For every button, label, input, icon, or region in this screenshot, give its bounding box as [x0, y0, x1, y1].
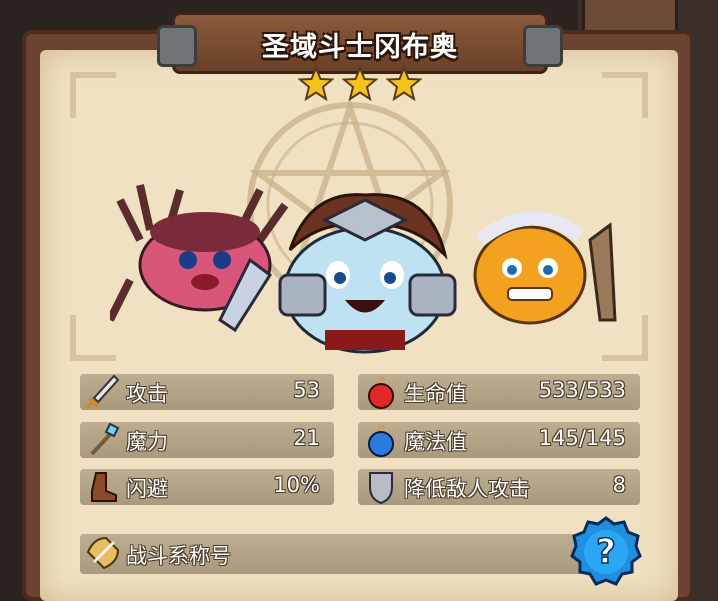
- star-icon: [386, 66, 422, 102]
- stat-reduce-enemy-attack: 降低敌人攻击 8: [358, 469, 640, 505]
- golden-pet: [473, 211, 617, 325]
- blue-potion-icon: [368, 424, 394, 457]
- stat-attack: 攻击 53: [80, 374, 334, 410]
- spider-pet: [110, 184, 289, 322]
- stat-magic-power: 魔力 21: [80, 422, 334, 458]
- sword-icon: [86, 374, 120, 410]
- hero-portrait-group: [110, 184, 617, 354]
- red-potion-icon: [368, 376, 394, 409]
- title-plaque: 圣域斗士冈布奥: [157, 12, 563, 74]
- ornament-corner: [602, 72, 648, 118]
- question-icon: ?: [596, 532, 616, 572]
- combat-title-bar[interactable]: 战斗系称号: [80, 534, 620, 574]
- hero-name: 圣域斗士冈布奥: [262, 32, 458, 63]
- stat-mp: 魔法值 145/145: [358, 422, 640, 458]
- help-button[interactable]: ?: [570, 516, 642, 588]
- badge-sword-icon: [86, 536, 120, 570]
- hero-portrait: [218, 193, 457, 354]
- boot-icon: [91, 472, 117, 502]
- ornament-corner: [70, 72, 116, 118]
- stat-dodge: 闪避 10%: [80, 469, 334, 505]
- star-icon: [298, 66, 334, 102]
- staff-icon: [90, 422, 120, 456]
- stat-hp: 生命值 533/533: [358, 374, 640, 410]
- star-icon: [342, 66, 378, 102]
- star-rating: [298, 66, 422, 102]
- shield-icon: [369, 472, 393, 505]
